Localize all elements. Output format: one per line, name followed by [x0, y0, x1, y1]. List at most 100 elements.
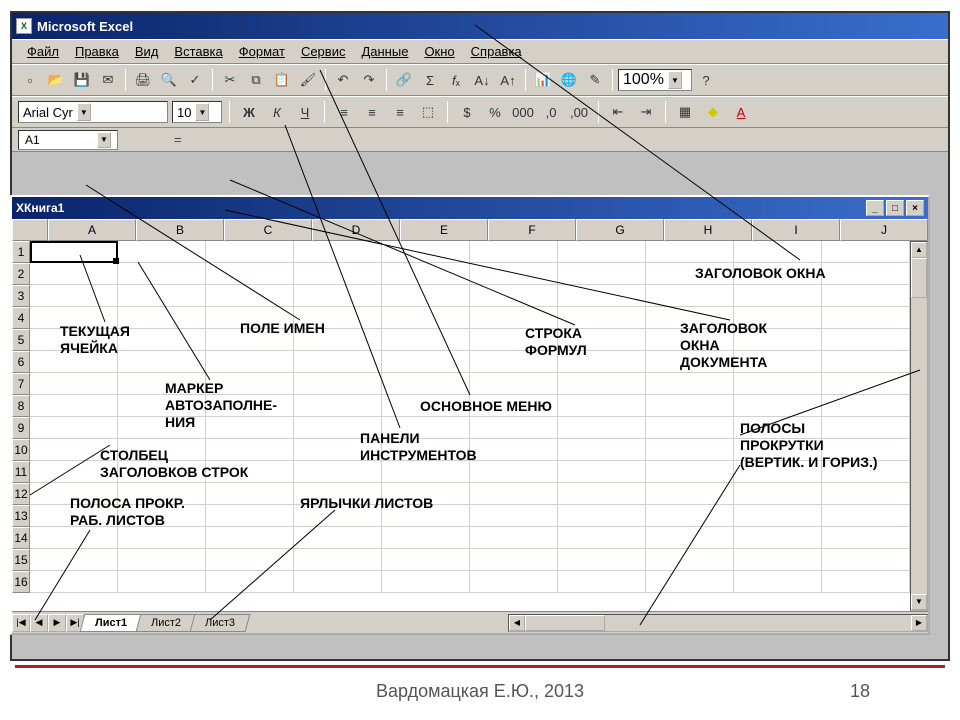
cell[interactable] [382, 307, 470, 329]
tab-prev-icon[interactable]: ◀ [30, 614, 48, 632]
sheet-tab-1[interactable]: Лист1 [80, 614, 143, 632]
row-header[interactable]: 11 [12, 461, 30, 483]
cell[interactable] [558, 395, 646, 417]
font-combo[interactable]: Arial Cyr ▼ [18, 101, 168, 123]
cell[interactable] [382, 571, 470, 593]
cell[interactable] [470, 571, 558, 593]
open-icon[interactable]: 📂 [44, 68, 68, 92]
cell[interactable] [558, 285, 646, 307]
cell[interactable] [822, 483, 910, 505]
cell[interactable] [646, 395, 734, 417]
cell[interactable] [558, 439, 646, 461]
scroll-left-icon[interactable]: ◀ [509, 615, 525, 631]
minimize-button[interactable]: _ [866, 200, 884, 216]
cell[interactable] [118, 483, 206, 505]
currency-icon[interactable]: $ [455, 100, 479, 124]
horizontal-scrollbar[interactable]: ◀ ▶ [508, 614, 928, 632]
cell[interactable] [558, 329, 646, 351]
cell[interactable] [558, 241, 646, 263]
cell[interactable] [206, 461, 294, 483]
cell[interactable] [30, 439, 118, 461]
menu-format[interactable]: Формат [232, 42, 292, 61]
cell[interactable] [734, 351, 822, 373]
cell[interactable] [646, 329, 734, 351]
cell[interactable] [30, 329, 118, 351]
cell[interactable] [470, 395, 558, 417]
cell[interactable] [294, 461, 382, 483]
cell[interactable] [206, 373, 294, 395]
cell[interactable] [382, 241, 470, 263]
cut-icon[interactable]: ✂ [218, 68, 242, 92]
col-B[interactable]: B [136, 219, 224, 241]
cell[interactable] [734, 329, 822, 351]
cell[interactable] [118, 461, 206, 483]
cell[interactable] [646, 439, 734, 461]
italic-button[interactable]: К [265, 100, 289, 124]
cell[interactable] [118, 439, 206, 461]
merge-icon[interactable]: ⬚ [416, 100, 440, 124]
cell[interactable] [646, 483, 734, 505]
col-A[interactable]: A [48, 219, 136, 241]
cell[interactable] [734, 395, 822, 417]
mail-icon[interactable]: ✉ [96, 68, 120, 92]
cell[interactable] [206, 483, 294, 505]
cell[interactable] [646, 307, 734, 329]
sum-icon[interactable]: Σ [418, 68, 442, 92]
row-header[interactable]: 9 [12, 417, 30, 439]
cell[interactable] [734, 417, 822, 439]
cell[interactable] [734, 307, 822, 329]
thousands-icon[interactable]: 000 [511, 100, 535, 124]
cell[interactable] [734, 263, 822, 285]
cell[interactable] [294, 395, 382, 417]
cell[interactable] [822, 417, 910, 439]
sheet-tab-2[interactable]: Лист2 [136, 614, 197, 632]
preview-icon[interactable]: 🔍 [157, 68, 181, 92]
cell[interactable] [470, 505, 558, 527]
maximize-button[interactable]: □ [886, 200, 904, 216]
scroll-up-icon[interactable]: ▲ [911, 242, 927, 258]
cell[interactable] [118, 549, 206, 571]
menu-tools[interactable]: Сервис [294, 42, 353, 61]
row-header[interactable]: 6 [12, 351, 30, 373]
row-header[interactable]: 4 [12, 307, 30, 329]
scroll-right-icon[interactable]: ▶ [911, 615, 927, 631]
cell[interactable] [382, 439, 470, 461]
copy-icon[interactable]: ⧉ [244, 68, 268, 92]
row-header[interactable]: 5 [12, 329, 30, 351]
cell[interactable] [822, 351, 910, 373]
cell[interactable] [646, 351, 734, 373]
redo-icon[interactable]: ↷ [357, 68, 381, 92]
cell[interactable] [206, 395, 294, 417]
row-header[interactable]: 15 [12, 549, 30, 571]
align-left-icon[interactable]: ≡ [332, 100, 356, 124]
cell[interactable] [30, 285, 118, 307]
cell[interactable] [734, 439, 822, 461]
cell[interactable] [646, 527, 734, 549]
cell[interactable] [646, 373, 734, 395]
row-header[interactable]: 16 [12, 571, 30, 593]
cell[interactable] [822, 329, 910, 351]
vertical-scrollbar[interactable]: ▲ ▼ [910, 241, 928, 611]
cell[interactable] [646, 285, 734, 307]
cell[interactable] [294, 285, 382, 307]
cell[interactable] [734, 527, 822, 549]
cell[interactable] [294, 505, 382, 527]
cell[interactable] [822, 263, 910, 285]
cell[interactable] [470, 483, 558, 505]
select-all-corner[interactable] [12, 219, 48, 241]
row-header[interactable]: 14 [12, 527, 30, 549]
cell[interactable] [558, 527, 646, 549]
cell[interactable] [822, 241, 910, 263]
cell[interactable] [206, 351, 294, 373]
cell[interactable] [558, 549, 646, 571]
col-G[interactable]: G [576, 219, 664, 241]
cell[interactable] [734, 461, 822, 483]
map-icon[interactable]: 🌐 [557, 68, 581, 92]
percent-icon[interactable]: % [483, 100, 507, 124]
chevron-down-icon[interactable]: ▼ [77, 103, 91, 121]
scroll-down-icon[interactable]: ▼ [911, 594, 927, 610]
cell[interactable] [470, 329, 558, 351]
close-button[interactable]: × [906, 200, 924, 216]
cell[interactable] [206, 241, 294, 263]
inc-decimal-icon[interactable]: ,0 [539, 100, 563, 124]
